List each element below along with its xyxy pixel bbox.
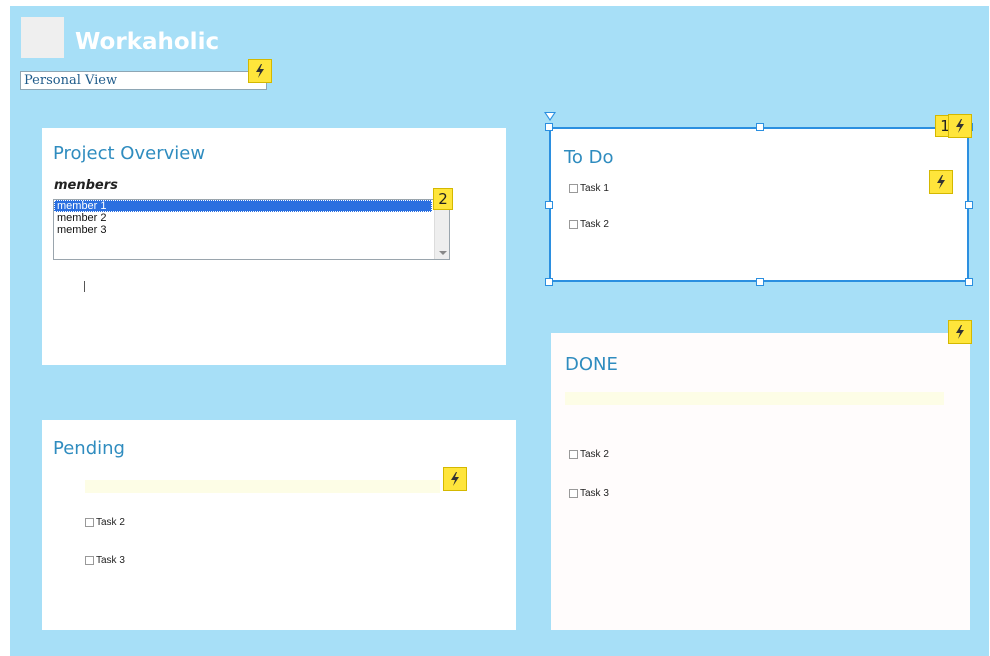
checkbox-icon[interactable] xyxy=(85,518,94,527)
member-option[interactable]: member 1 xyxy=(54,200,432,212)
resize-handle-bottom-left[interactable] xyxy=(545,278,553,286)
members-listbox[interactable]: member 1 member 2 member 3 xyxy=(53,199,450,260)
rotate-handle-icon[interactable] xyxy=(544,112,556,121)
text-cursor xyxy=(84,281,85,292)
selection-frame xyxy=(549,127,969,282)
app-title: Workaholic xyxy=(75,29,220,55)
resize-handle-bottom[interactable] xyxy=(756,278,764,286)
task-item[interactable]: Task 2 xyxy=(85,517,125,528)
scroll-down-icon[interactable] xyxy=(439,251,447,255)
task-label: Task 3 xyxy=(96,555,125,566)
view-selector-action-button[interactable] xyxy=(248,59,272,83)
resize-handle-right[interactable] xyxy=(965,201,973,209)
member-option[interactable]: member 3 xyxy=(54,224,432,236)
task-item[interactable]: Task 3 xyxy=(85,555,125,566)
checkbox-icon[interactable] xyxy=(85,556,94,565)
resize-handle-left[interactable] xyxy=(545,201,553,209)
lightning-bolt-icon xyxy=(451,472,459,486)
app-logo xyxy=(21,17,64,58)
checkbox-icon[interactable] xyxy=(569,450,578,459)
resize-handle-bottom-right[interactable] xyxy=(965,278,973,286)
task-item[interactable]: Task 2 xyxy=(569,449,609,460)
pending-drop-zone xyxy=(85,480,440,493)
checkbox-icon[interactable] xyxy=(569,489,578,498)
pending-action-button[interactable] xyxy=(443,467,467,491)
lightning-bolt-icon xyxy=(256,64,264,78)
lightning-bolt-icon xyxy=(956,119,964,133)
task-label: Task 3 xyxy=(580,488,609,499)
project-overview-title: Project Overview xyxy=(53,143,206,164)
member-option[interactable]: member 2 xyxy=(54,212,432,224)
resize-handle-top-left[interactable] xyxy=(545,123,553,131)
pending-title: Pending xyxy=(53,438,125,459)
members-label: menbers xyxy=(54,178,118,193)
task-label: Task 2 xyxy=(96,517,125,528)
members-number-badge: 2 xyxy=(433,188,453,210)
done-action-button[interactable] xyxy=(948,320,972,344)
task-label: Task 2 xyxy=(580,449,609,460)
resize-handle-top[interactable] xyxy=(756,123,764,131)
lightning-bolt-icon xyxy=(956,325,964,339)
done-panel xyxy=(551,333,970,630)
view-selector[interactable]: Personal View xyxy=(20,71,267,90)
done-title: DONE xyxy=(565,354,618,375)
task-item[interactable]: Task 3 xyxy=(569,488,609,499)
done-drop-zone xyxy=(565,392,944,405)
todo-header-action-button[interactable] xyxy=(948,114,972,138)
